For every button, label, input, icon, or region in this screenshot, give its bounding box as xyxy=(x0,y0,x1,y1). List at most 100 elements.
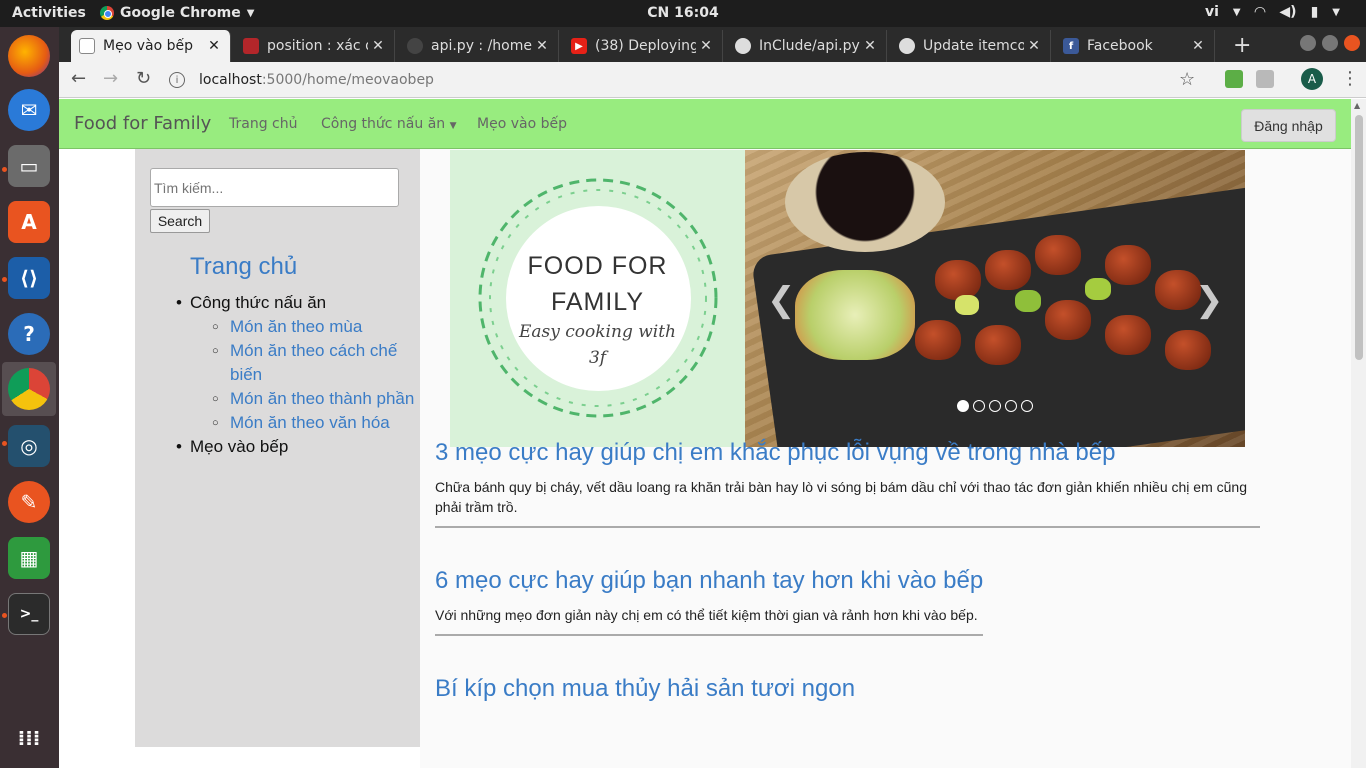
info-icon[interactable]: i xyxy=(169,72,185,88)
page-icon xyxy=(79,38,95,54)
sidebar-submenu: Món ăn theo mùa Món ăn theo cách chế biế… xyxy=(212,315,415,435)
new-tab-button[interactable]: + xyxy=(1233,33,1251,58)
tab-label: position : xác đ xyxy=(267,38,368,54)
article-title-link[interactable]: 3 mẹo cực hay giúp chị em khắc phục lỗi … xyxy=(435,439,1260,467)
divider xyxy=(435,634,983,636)
kebab-menu-icon[interactable]: ⋮ xyxy=(1341,68,1359,89)
browser-toolbar: ← → ↻ i localhost:5000/home/meovaobep ☆ … xyxy=(59,62,1366,98)
forward-button[interactable]: → xyxy=(103,68,118,89)
skewer xyxy=(985,250,1031,290)
carousel-next-icon[interactable]: ❯ xyxy=(1195,280,1224,320)
reload-button[interactable]: ↻ xyxy=(136,68,151,89)
url-host: localhost xyxy=(199,72,262,88)
tab-api-py[interactable]: api.py : /home/ ✕ xyxy=(399,30,559,62)
facebook-icon: f xyxy=(1063,38,1079,54)
mysql-workbench-icon[interactable]: ◎ xyxy=(8,425,50,467)
chrome-icon[interactable] xyxy=(8,368,50,410)
carousel-prev-icon[interactable]: ❮ xyxy=(767,280,796,320)
language-indicator[interactable]: vi xyxy=(1205,4,1219,20)
sidebar-item-tips[interactable]: Mẹo vào bếp xyxy=(176,435,415,459)
search-input[interactable] xyxy=(150,168,399,207)
close-icon[interactable]: ✕ xyxy=(860,38,880,54)
activities-button[interactable]: Activities xyxy=(12,5,86,21)
skewer xyxy=(935,260,981,300)
carousel-indicator[interactable] xyxy=(973,400,985,412)
software-center-icon[interactable]: A xyxy=(8,201,50,243)
tab-github-update[interactable]: Update itemco ✕ xyxy=(891,30,1051,62)
bookmark-star-icon[interactable]: ☆ xyxy=(1179,69,1195,90)
nav-recipes-dropdown[interactable]: Công thức nấu ăn ▼ xyxy=(321,116,457,132)
search-button[interactable]: Search xyxy=(150,209,210,233)
running-indicator xyxy=(2,441,7,446)
nav-recipes-label: Công thức nấu ăn xyxy=(321,116,446,132)
logo-tagline-3f: 3f xyxy=(588,348,607,368)
site-icon xyxy=(243,38,259,54)
show-applications-icon[interactable]: ⁞⁞⁞ xyxy=(8,717,50,759)
close-icon[interactable]: ✕ xyxy=(368,38,388,54)
app-menu[interactable]: Google Chrome ▼ xyxy=(100,5,254,21)
back-button[interactable]: ← xyxy=(71,68,86,89)
firefox-icon[interactable] xyxy=(8,35,50,77)
close-icon[interactable]: ✕ xyxy=(1188,38,1208,54)
tab-youtube[interactable]: ▶ (38) Deploying ✕ xyxy=(563,30,723,62)
maximize-button[interactable] xyxy=(1322,35,1338,51)
logo-title-line2: FAMILY xyxy=(550,288,645,316)
close-icon[interactable]: ✕ xyxy=(1024,38,1044,54)
carousel-indicator[interactable] xyxy=(989,400,1001,412)
github-icon xyxy=(899,38,915,54)
chrome-window: Mẹo vào bếp ✕ position : xác đ ✕ api.py … xyxy=(59,27,1366,768)
tab-meo-vao-bep[interactable]: Mẹo vào bếp ✕ xyxy=(71,30,231,62)
sidebar-home-link[interactable]: Trang chủ xyxy=(190,253,297,281)
sidebar-sub-ingredients[interactable]: Món ăn theo thành phần xyxy=(212,387,415,411)
help-icon[interactable]: ? xyxy=(8,313,50,355)
minimize-button[interactable] xyxy=(1300,35,1316,51)
thunderbird-icon[interactable]: ✉ xyxy=(8,89,50,131)
extension-facebook-icon[interactable] xyxy=(1256,70,1274,88)
scrollbar-thumb[interactable] xyxy=(1355,115,1363,360)
login-button[interactable]: Đăng nhập xyxy=(1241,109,1336,142)
terminal-icon[interactable]: >_ xyxy=(8,593,50,635)
nav-home[interactable]: Trang chủ xyxy=(229,116,297,132)
vscode-icon[interactable]: ⟨⟩ xyxy=(8,257,50,299)
carousel-indicator[interactable] xyxy=(1005,400,1017,412)
article-item: 3 mẹo cực hay giúp chị em khắc phục lỗi … xyxy=(435,439,1260,528)
postman-icon[interactable]: ✎ xyxy=(8,481,50,523)
battery-icon: ▮ xyxy=(1310,4,1319,20)
profile-avatar[interactable]: A xyxy=(1301,68,1323,90)
system-tray[interactable]: vi ▼ ◠ ◀) ▮ ▼ xyxy=(1205,4,1340,20)
sidebar-item-label: Công thức nấu ăn xyxy=(190,293,327,312)
sidebar-sub-cooking-method[interactable]: Món ăn theo cách chế biến xyxy=(212,339,415,387)
scroll-up-icon[interactable]: ▲ xyxy=(1354,101,1360,110)
tab-strip: Mẹo vào bếp ✕ position : xác đ ✕ api.py … xyxy=(59,27,1366,62)
extension-android-icon[interactable] xyxy=(1225,70,1243,88)
article-title-link[interactable]: Bí kíp chọn mua thủy hải sản tươi ngon xyxy=(435,675,1035,703)
address-bar[interactable]: i localhost:5000/home/meovaobep xyxy=(169,66,1199,94)
carousel-indicator[interactable] xyxy=(957,400,969,412)
caret-down-icon: ▼ xyxy=(1332,6,1340,18)
site-brand[interactable]: Food for Family xyxy=(74,113,211,134)
window-controls xyxy=(1300,35,1360,51)
carousel-indicator[interactable] xyxy=(1021,400,1033,412)
close-window-button[interactable] xyxy=(1344,35,1360,51)
sidebar-item-recipes[interactable]: Công thức nấu ăn Món ăn theo mùa Món ăn … xyxy=(176,291,415,435)
nav-tips[interactable]: Mẹo vào bếp xyxy=(477,116,567,132)
close-icon[interactable]: ✕ xyxy=(204,38,224,54)
sidebar-sub-culture[interactable]: Món ăn theo văn hóa xyxy=(212,411,415,435)
tab-label: Mẹo vào bếp xyxy=(103,38,193,54)
tab-github-include[interactable]: InClude/api.py ✕ xyxy=(727,30,887,62)
skewer xyxy=(975,325,1021,365)
tab-facebook[interactable]: f Facebook ✕ xyxy=(1055,30,1215,62)
article-description: Với những mẹo đơn giản này chị em có thể… xyxy=(435,607,978,623)
article-title-link[interactable]: 6 mẹo cực hay giúp bạn nhanh tay hơn khi… xyxy=(435,567,983,595)
files-icon[interactable]: ▭ xyxy=(8,145,50,187)
sidebar-sub-seasonal[interactable]: Món ăn theo mùa xyxy=(212,315,415,339)
site-icon xyxy=(407,38,423,54)
close-icon[interactable]: ✕ xyxy=(532,38,552,54)
page-scrollbar[interactable]: ▲ xyxy=(1351,99,1366,768)
food-photo: ❮ ❯ xyxy=(745,150,1245,447)
spreadsheet-icon[interactable]: ▦ xyxy=(8,537,50,579)
tab-position[interactable]: position : xác đ ✕ xyxy=(235,30,395,62)
wifi-icon: ◠ xyxy=(1254,4,1266,20)
caret-down-icon: ▼ xyxy=(449,121,457,131)
close-icon[interactable]: ✕ xyxy=(696,38,716,54)
